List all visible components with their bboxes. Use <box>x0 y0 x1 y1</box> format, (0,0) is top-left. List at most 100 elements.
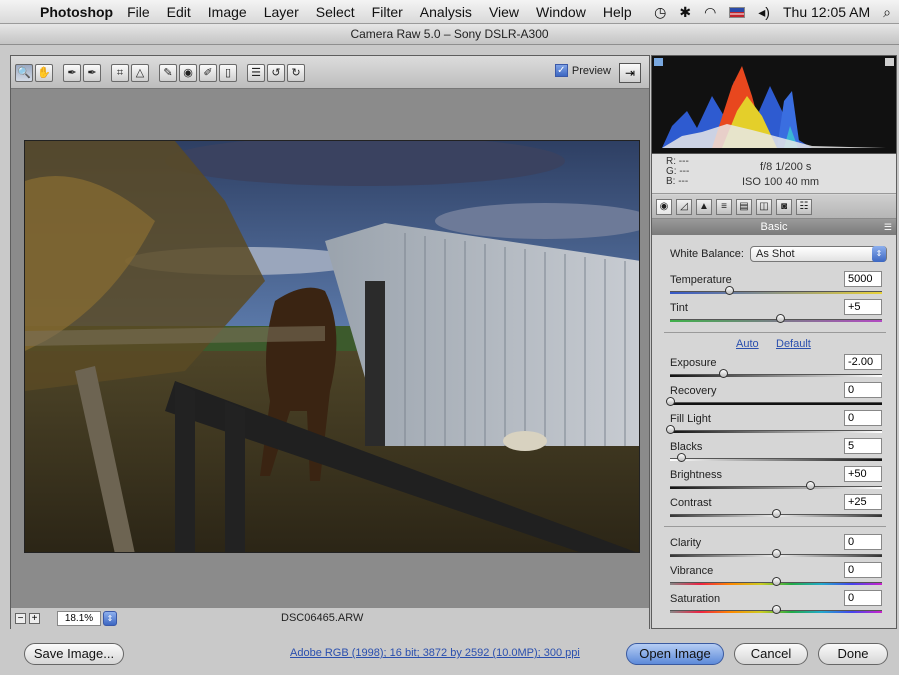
slider-label: Contrast <box>670 497 712 509</box>
save-image-button[interactable]: Save Image... <box>24 643 124 665</box>
tab-camera-calibration-icon[interactable]: ◙ <box>776 199 792 215</box>
menu-image[interactable]: Image <box>208 4 247 20</box>
white-balance-select[interactable]: As Shot ⇕ <box>749 246 887 262</box>
auto-link[interactable]: Auto <box>736 338 759 350</box>
slider-value-input[interactable]: 0 <box>844 382 882 398</box>
default-link[interactable]: Default <box>776 338 811 350</box>
tab-detail-icon[interactable]: ▲ <box>696 199 712 215</box>
slider-value-input[interactable]: 5000 <box>844 271 882 287</box>
slider-value-input[interactable]: 5 <box>844 438 882 454</box>
slider-track[interactable] <box>670 402 882 405</box>
slider-track[interactable] <box>670 291 882 294</box>
slider-track[interactable] <box>670 430 882 433</box>
menubar-clock[interactable]: Thu 12:05 AM <box>783 4 870 20</box>
photo-preview[interactable] <box>24 140 640 553</box>
slider-value-input[interactable]: +50 <box>844 466 882 482</box>
slider-label: Tint <box>670 302 688 314</box>
menu-help[interactable]: Help <box>603 4 632 20</box>
white-balance-value: As Shot <box>755 248 795 260</box>
zoom-icon[interactable]: 🔍 <box>15 64 33 82</box>
adjustments-panel: R: --- G: --- B: --- f/8 1/200 s ISO 100… <box>651 55 897 629</box>
time-machine-icon[interactable]: ◷ <box>654 4 666 21</box>
tab-split-toning-icon[interactable]: ▤ <box>736 199 752 215</box>
rotate-right-icon[interactable]: ↻ <box>287 64 305 82</box>
slider-value-input[interactable]: 0 <box>844 410 882 426</box>
zoom-out-button[interactable]: − <box>15 613 26 624</box>
slider-thumb[interactable] <box>676 453 686 462</box>
slider-tint[interactable]: Tint +5 <box>670 299 882 327</box>
bluetooth-icon[interactable]: ✱ <box>679 4 691 21</box>
slider-temperature[interactable]: Temperature 5000 <box>670 271 882 299</box>
app-menu[interactable]: Photoshop <box>40 4 113 20</box>
volume-icon[interactable]: ◂) <box>758 4 770 21</box>
menu-file[interactable]: File <box>127 4 150 20</box>
adjustment-brush-icon[interactable]: ✐ <box>199 64 217 82</box>
slider-fill-light[interactable]: Fill Light 0 <box>666 410 882 438</box>
slider-thumb[interactable] <box>666 425 675 434</box>
spotlight-icon[interactable]: ⌕ <box>883 4 891 21</box>
hand-icon[interactable]: ✋ <box>35 64 53 82</box>
slider-thumb[interactable] <box>772 509 781 518</box>
input-flag-icon[interactable] <box>729 6 746 18</box>
tab-hsl-icon[interactable]: ≡ <box>716 199 732 215</box>
preview-checkbox[interactable]: ✓ Preview <box>554 64 611 77</box>
tab-lens-icon[interactable]: ◫ <box>756 199 772 215</box>
slider-label: Saturation <box>670 593 721 605</box>
panel-menu-icon[interactable]: ☰ <box>884 219 892 235</box>
zoom-level[interactable]: 18.1% <box>57 611 101 626</box>
tab-tone-curve-icon[interactable]: ◿ <box>676 199 692 215</box>
wifi-icon[interactable]: ◠ <box>704 4 716 21</box>
zoom-stepper-icon[interactable]: ⇕ <box>103 611 117 626</box>
slider-value-input[interactable]: -2.00 <box>844 354 882 370</box>
slider-label: Exposure <box>670 357 717 369</box>
slider-vibrance[interactable]: Vibrance 0 <box>670 562 882 590</box>
slider-recovery[interactable]: Recovery 0 <box>666 382 882 410</box>
slider-blacks[interactable]: Blacks 5 <box>670 438 882 466</box>
slider-value-input[interactable]: +5 <box>844 299 882 315</box>
slider-thumb[interactable] <box>772 577 781 586</box>
color-sampler-icon[interactable]: ✒ <box>83 64 101 82</box>
tab-basic-icon[interactable]: ◉ <box>656 199 672 215</box>
spot-removal-icon[interactable]: ✎ <box>159 64 177 82</box>
slider-track[interactable] <box>670 486 882 489</box>
slider-thumb[interactable] <box>719 369 728 378</box>
slider-track[interactable] <box>670 458 882 461</box>
menu-layer[interactable]: Layer <box>264 4 299 20</box>
slider-clarity[interactable]: Clarity 0 <box>670 534 882 562</box>
preferences-icon[interactable]: ☰ <box>247 64 265 82</box>
slider-brightness[interactable]: Brightness +50 <box>670 466 882 494</box>
menu-view[interactable]: View <box>489 4 519 20</box>
slider-value-input[interactable]: +25 <box>844 494 882 510</box>
slider-thumb[interactable] <box>772 605 781 614</box>
slider-thumb[interactable] <box>772 549 781 558</box>
slider-saturation[interactable]: Saturation 0 <box>670 590 882 618</box>
menu-select[interactable]: Select <box>316 4 355 20</box>
slider-thumb[interactable] <box>805 481 815 490</box>
crop-icon[interactable]: ⌗ <box>111 64 129 82</box>
menu-analysis[interactable]: Analysis <box>420 4 472 20</box>
done-button[interactable]: Done <box>818 643 888 665</box>
rotate-left-icon[interactable]: ↺ <box>267 64 285 82</box>
open-image-button[interactable]: Open Image <box>626 643 724 665</box>
zoom-in-button[interactable]: + <box>29 613 40 624</box>
slider-value-input[interactable]: 0 <box>844 590 882 606</box>
histogram <box>652 56 896 154</box>
info-readout: R: --- G: --- B: --- f/8 1/200 s ISO 100… <box>652 154 896 194</box>
red-eye-icon[interactable]: ◉ <box>179 64 197 82</box>
cancel-button[interactable]: Cancel <box>734 643 808 665</box>
slider-value-input[interactable]: 0 <box>844 562 882 578</box>
slider-thumb[interactable] <box>666 397 675 406</box>
menu-edit[interactable]: Edit <box>167 4 191 20</box>
slider-contrast[interactable]: Contrast +25 <box>670 494 882 522</box>
menu-window[interactable]: Window <box>536 4 586 20</box>
slider-track[interactable] <box>670 374 882 377</box>
tab-presets-icon[interactable]: ☷ <box>796 199 812 215</box>
white-balance-icon[interactable]: ✒ <box>63 64 81 82</box>
slider-value-input[interactable]: 0 <box>844 534 882 550</box>
workflow-options-link[interactable]: Adobe RGB (1998); 16 bit; 3872 by 2592 (… <box>290 647 580 659</box>
graduated-filter-icon[interactable]: ▯ <box>219 64 237 82</box>
slider-exposure[interactable]: Exposure -2.00 <box>670 354 882 382</box>
straighten-icon[interactable]: △ <box>131 64 149 82</box>
menu-filter[interactable]: Filter <box>372 4 403 20</box>
fullscreen-button[interactable]: ⇥ <box>619 63 641 83</box>
